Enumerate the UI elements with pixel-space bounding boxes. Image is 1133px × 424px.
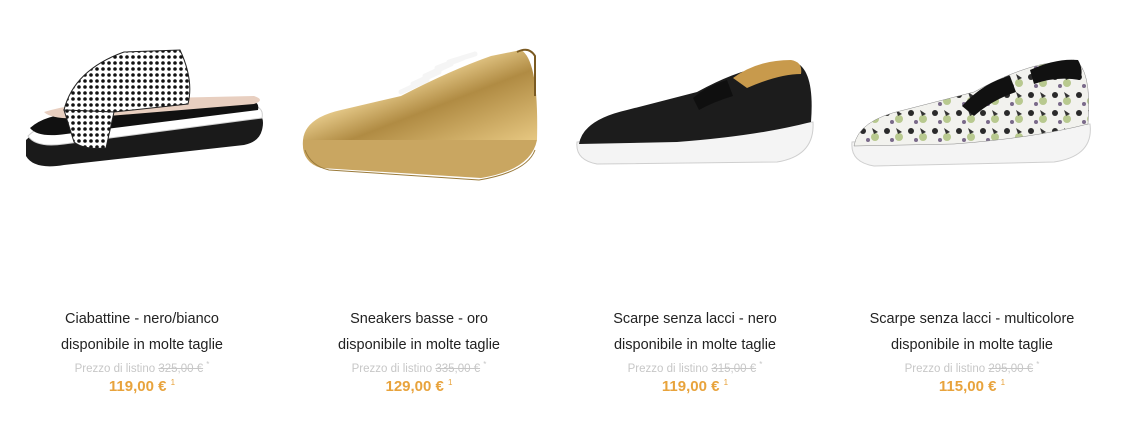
list-price-row: Prezzo di listino 295,00 € * bbox=[834, 360, 1110, 375]
sale-price-row: 129,00 € 1 bbox=[281, 378, 557, 395]
list-price-label: Prezzo di listino bbox=[904, 362, 986, 375]
list-price-row: Prezzo di listino 315,00 € * bbox=[557, 360, 833, 375]
list-price-footnote: * bbox=[759, 360, 763, 369]
list-price-label: Prezzo di listino bbox=[74, 362, 156, 375]
product-title[interactable]: Sneakers basse - oro bbox=[281, 306, 557, 332]
list-price: 295,00 € bbox=[988, 362, 1034, 375]
slip-on-icon[interactable] bbox=[557, 0, 833, 290]
slip-on-icon[interactable] bbox=[834, 0, 1110, 290]
sale-price: 115,00 € bbox=[938, 378, 997, 395]
sale-price-footnote: 1 bbox=[1000, 378, 1006, 387]
list-price: 315,00 € bbox=[711, 362, 757, 375]
sale-price: 129,00 € bbox=[385, 378, 444, 395]
sale-price: 119,00 € bbox=[108, 378, 167, 395]
product-card[interactable]: Sneakers basse - oro disponibile in molt… bbox=[281, 0, 557, 424]
list-price-footnote: * bbox=[206, 360, 210, 369]
sale-price-row: 119,00 € 1 bbox=[557, 378, 833, 395]
product-title[interactable]: Scarpe senza lacci - nero bbox=[557, 306, 833, 332]
list-price-footnote: * bbox=[483, 360, 487, 369]
product-availability: disponibile in molte taglie bbox=[890, 337, 1053, 353]
sale-price-footnote: 1 bbox=[170, 378, 176, 387]
product-availability: disponibile in molte taglie bbox=[60, 337, 223, 353]
sale-price: 119,00 € bbox=[661, 378, 720, 395]
product-title[interactable]: Scarpe senza lacci - multicolore bbox=[834, 306, 1110, 332]
list-price-label: Prezzo di listino bbox=[351, 362, 433, 375]
list-price-row: Prezzo di listino 335,00 € * bbox=[281, 360, 557, 375]
list-price-footnote: * bbox=[1036, 360, 1040, 369]
sneaker-icon[interactable] bbox=[281, 0, 557, 290]
sale-price-row: 115,00 € 1 bbox=[834, 378, 1110, 395]
product-card[interactable]: Ciabattine - nero/bianco disponibile in … bbox=[4, 0, 280, 424]
product-name[interactable]: Scarpe senza lacci - nero disponibile in… bbox=[557, 306, 833, 358]
product-name[interactable]: Scarpe senza lacci - multicolore disponi… bbox=[834, 306, 1110, 358]
product-grid: Ciabattine - nero/bianco disponibile in … bbox=[0, 0, 1133, 424]
list-price: 335,00 € bbox=[435, 362, 481, 375]
product-title[interactable]: Ciabattine - nero/bianco bbox=[4, 306, 280, 332]
product-availability: disponibile in molte taglie bbox=[337, 337, 500, 353]
product-card[interactable]: Scarpe senza lacci - multicolore disponi… bbox=[834, 0, 1110, 424]
list-price: 325,00 € bbox=[158, 362, 204, 375]
product-name[interactable]: Sneakers basse - oro disponibile in molt… bbox=[281, 306, 557, 358]
product-card[interactable]: Scarpe senza lacci - nero disponibile in… bbox=[557, 0, 833, 424]
product-name[interactable]: Ciabattine - nero/bianco disponibile in … bbox=[4, 306, 280, 358]
sale-price-footnote: 1 bbox=[448, 378, 453, 387]
product-availability: disponibile in molte taglie bbox=[613, 337, 776, 353]
sandal-icon[interactable] bbox=[4, 0, 280, 290]
sale-price-row: 119,00 € 1 bbox=[4, 378, 280, 395]
sale-price-footnote: 1 bbox=[723, 378, 729, 387]
list-price-row: Prezzo di listino 325,00 € * bbox=[4, 360, 280, 375]
list-price-label: Prezzo di listino bbox=[627, 362, 709, 375]
